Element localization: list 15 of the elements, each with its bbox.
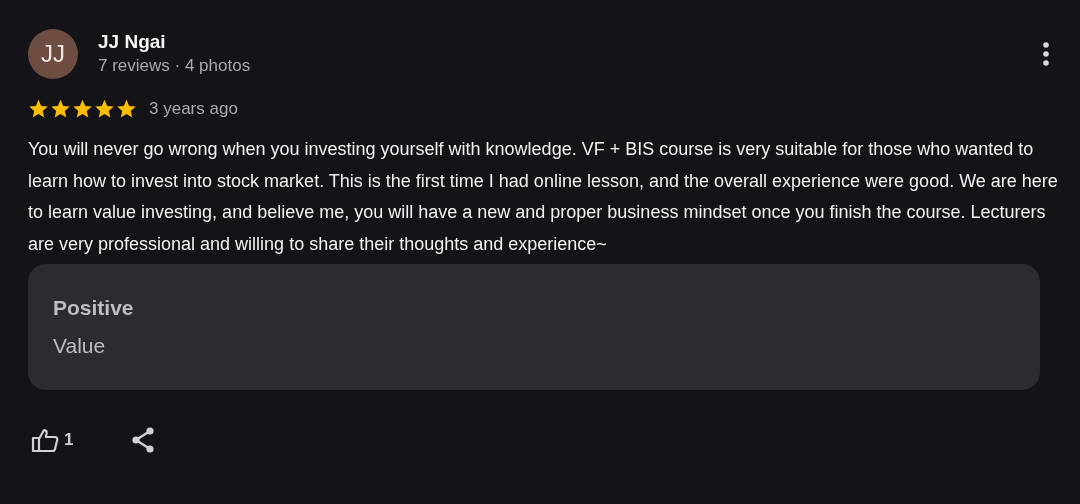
review-time: 3 years ago bbox=[149, 99, 238, 119]
more-options-icon[interactable] bbox=[1042, 41, 1050, 67]
star-icon bbox=[72, 99, 93, 119]
review-text: You will never go wrong when you investing yourself with knowledge. VF + BIS course is very suitable for those who wanted to learn how to invest into stock market. This is the first time I had online lesson, and the overall experience were good. We are here to learn value investing, and believe me, you will have a new and proper business mindset once you finish the course. Lecturers are very professional and willing to share their thoughts and experience~ bbox=[28, 138, 1059, 256]
star-icon bbox=[116, 99, 137, 119]
thumbs-up-icon bbox=[31, 427, 59, 453]
star-icon bbox=[50, 99, 71, 119]
star-icon bbox=[28, 99, 49, 119]
highlight-label: Positive bbox=[53, 295, 135, 321]
author-name[interactable]: JJ Ngai bbox=[98, 30, 1042, 54]
avatar[interactable]: JJ bbox=[28, 29, 78, 79]
author-stats: 7 reviews · 4 photos bbox=[98, 55, 252, 77]
highlight-value: Value bbox=[53, 333, 107, 359]
star-icon bbox=[94, 99, 115, 119]
like-button[interactable]: 1 bbox=[31, 427, 74, 453]
